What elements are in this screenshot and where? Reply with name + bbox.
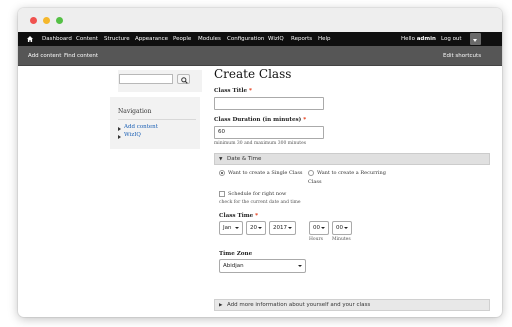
required-marker: * — [303, 117, 307, 123]
timezone-select[interactable]: Abidjan — [219, 259, 306, 273]
maximize-window-button[interactable] — [56, 17, 63, 24]
search-button[interactable] — [177, 74, 190, 84]
admin-toolbar: Dashboard Content Structure Appearance P… — [18, 32, 502, 46]
nav-link-add-content[interactable]: Add content — [124, 124, 158, 130]
dropdown-caret-icon — [235, 227, 239, 229]
dropdown-caret-icon — [258, 227, 262, 229]
minutes-select[interactable]: 00 — [332, 221, 352, 235]
date-time-section-title: Date & Time — [227, 156, 262, 162]
schedule-now-checkbox[interactable] — [219, 191, 225, 197]
year-value: 2017 — [273, 225, 287, 231]
duration-label: Class Duration (in minutes) * — [214, 117, 306, 123]
search-input[interactable] — [119, 74, 173, 84]
recurring-class-label-cont: Class — [308, 179, 322, 185]
duration-hint: minimum 30 and maximum 300 minutes — [214, 141, 307, 146]
class-title-label: Class Title * — [214, 88, 252, 94]
timezone-value: Abidjan — [223, 263, 244, 269]
day-value: 20 — [250, 225, 257, 231]
bullet-arrow-icon — [118, 127, 121, 131]
edit-shortcuts-link[interactable]: Edit shortcuts — [443, 46, 481, 66]
month-value: Jan — [223, 225, 232, 231]
month-select[interactable]: Jan — [219, 221, 243, 235]
date-time-section-header[interactable]: ▼ Date & Time — [214, 153, 490, 165]
navigation-block — [110, 97, 200, 149]
minimize-window-button[interactable] — [43, 17, 50, 24]
class-title-input[interactable] — [214, 97, 324, 110]
shortcut-add-content[interactable]: Add content — [28, 46, 61, 66]
single-class-label: Want to create a Single Class — [228, 170, 303, 176]
collapse-arrow-icon: ▼ — [219, 157, 223, 162]
expand-arrow-icon: ▶ — [219, 303, 223, 308]
toolbar-item-reports[interactable]: Reports — [291, 32, 312, 46]
greeting-prefix: Hello — [401, 36, 415, 42]
year-select[interactable]: 2017 — [269, 221, 296, 235]
dropdown-caret-icon — [298, 265, 302, 267]
more-info-section-header[interactable]: ▶ Add more information about yourself an… — [214, 299, 490, 311]
class-time-label: Class Time * — [219, 213, 258, 219]
schedule-now-hint: check for the current date and time — [219, 200, 301, 205]
minutes-value: 00 — [336, 225, 343, 231]
shortcut-find-content[interactable]: Find content — [64, 46, 98, 66]
required-marker: * — [255, 213, 259, 219]
user-greeting: Hello admin — [401, 32, 436, 46]
navigation-divider — [118, 119, 196, 120]
recurring-class-radio[interactable] — [308, 170, 314, 176]
duration-label-text: Class Duration (in minutes) — [214, 117, 302, 123]
single-class-radio[interactable] — [219, 170, 225, 176]
bullet-arrow-icon — [118, 135, 121, 139]
schedule-now-label: Schedule for right now — [228, 191, 287, 197]
timezone-label: Time Zone — [219, 251, 253, 257]
nav-link-wiziq[interactable]: WizIQ — [124, 132, 141, 138]
class-time-label-text: Class Time — [219, 213, 254, 219]
logout-link[interactable]: Log out — [441, 32, 462, 46]
dropdown-caret-icon — [344, 227, 348, 229]
toolbar-item-dashboard[interactable]: Dashboard — [42, 32, 72, 46]
username[interactable]: admin — [417, 36, 436, 42]
toolbar-item-people[interactable]: People — [173, 32, 191, 46]
minutes-label: Minutes — [332, 237, 351, 242]
toolbar-item-appearance[interactable]: Appearance — [135, 32, 168, 46]
required-marker: * — [248, 88, 252, 94]
hours-select[interactable]: 00 — [309, 221, 329, 235]
search-icon — [181, 76, 188, 84]
dropdown-caret-icon — [288, 227, 292, 229]
window-titlebar — [18, 8, 502, 32]
shortcuts-toggle-button[interactable] — [470, 33, 481, 45]
browser-window: Dashboard Content Structure Appearance P… — [18, 8, 502, 317]
hours-label: Hours — [309, 237, 323, 242]
recurring-class-label: Want to create a Recurring — [317, 170, 386, 176]
toolbar-item-help[interactable]: Help — [318, 32, 331, 46]
page-title: Create Class — [214, 67, 292, 81]
home-icon[interactable] — [27, 36, 33, 42]
toolbar-item-structure[interactable]: Structure — [104, 32, 130, 46]
toolbar-item-wiziq[interactable]: WizIQ — [268, 32, 284, 46]
close-window-button[interactable] — [30, 17, 37, 24]
hours-value: 00 — [313, 225, 320, 231]
toolbar-item-content[interactable]: Content — [76, 32, 98, 46]
class-title-label-text: Class Title — [214, 88, 248, 94]
toolbar-item-modules[interactable]: Modules — [198, 32, 221, 46]
duration-input[interactable]: 60 — [214, 126, 324, 139]
toolbar-item-configuration[interactable]: Configuration — [227, 32, 264, 46]
more-info-section-title: Add more information about yourself and … — [227, 302, 371, 308]
day-select[interactable]: 20 — [246, 221, 266, 235]
dropdown-caret-icon — [321, 227, 325, 229]
shortcuts-bar: Add content Find content Edit shortcuts — [18, 46, 502, 66]
navigation-title: Navigation — [118, 108, 152, 115]
